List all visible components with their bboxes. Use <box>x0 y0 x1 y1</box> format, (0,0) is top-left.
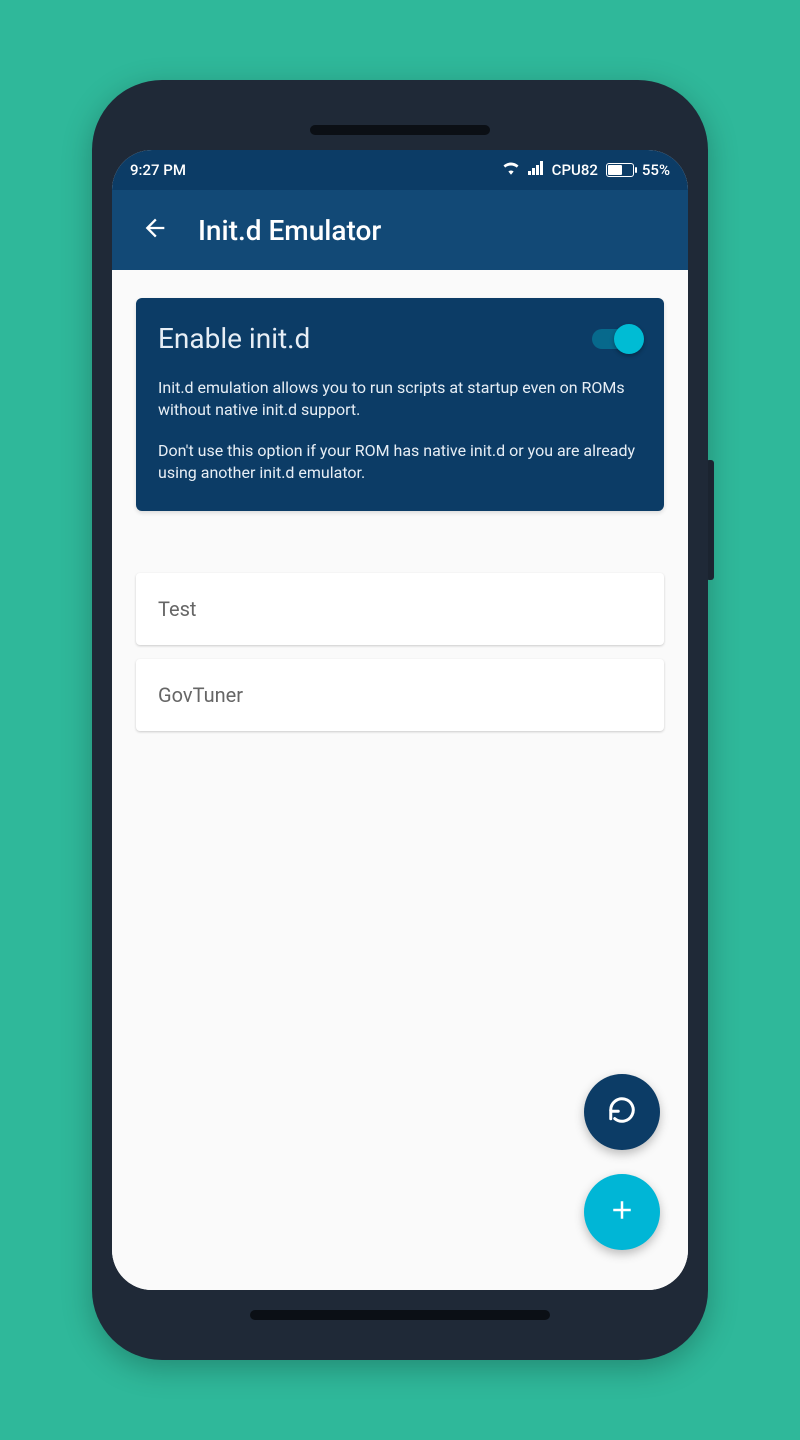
script-item[interactable]: GovTuner <box>136 659 664 731</box>
card-desc-line1: Init.d emulation allows you to run scrip… <box>158 377 642 422</box>
page-title: Init.d Emulator <box>198 214 381 247</box>
arrow-left-icon <box>141 214 169 246</box>
content: Enable init.d Init.d emulation allows yo… <box>112 270 688 1290</box>
status-cpu: CPU82 <box>552 161 598 179</box>
wifi-icon <box>502 161 520 179</box>
back-button[interactable] <box>134 209 176 251</box>
spacer <box>136 511 664 559</box>
plus-icon <box>607 1195 637 1229</box>
card-header: Enable init.d <box>158 322 642 355</box>
status-battery-pct: 55% <box>642 161 670 179</box>
script-item-label: GovTuner <box>158 683 243 707</box>
status-time: 9:27 PM <box>130 161 186 179</box>
refresh-fab[interactable] <box>584 1074 660 1150</box>
status-right: CPU82 55% <box>502 161 670 179</box>
toggle-knob <box>614 324 644 354</box>
status-bar: 9:27 PM CPU82 55% <box>112 150 688 190</box>
phone-speaker <box>310 125 490 135</box>
enable-initd-card: Enable init.d Init.d emulation allows yo… <box>136 298 664 511</box>
script-item-label: Test <box>158 597 196 621</box>
card-desc-line2: Don't use this option if your ROM has na… <box>158 440 642 485</box>
phone-frame: 9:27 PM CPU82 55% Init.d Emulator <box>92 80 708 1360</box>
battery-icon <box>606 163 634 177</box>
app-bar: Init.d Emulator <box>112 190 688 270</box>
add-fab[interactable] <box>584 1174 660 1250</box>
enable-initd-toggle[interactable] <box>592 329 642 349</box>
phone-nav-bar <box>250 1310 550 1320</box>
screen: 9:27 PM CPU82 55% Init.d Emulator <box>112 150 688 1290</box>
refresh-icon <box>607 1095 637 1129</box>
script-item[interactable]: Test <box>136 573 664 645</box>
card-description: Init.d emulation allows you to run scrip… <box>158 377 642 485</box>
signal-icon <box>528 161 544 179</box>
card-title: Enable init.d <box>158 322 310 355</box>
